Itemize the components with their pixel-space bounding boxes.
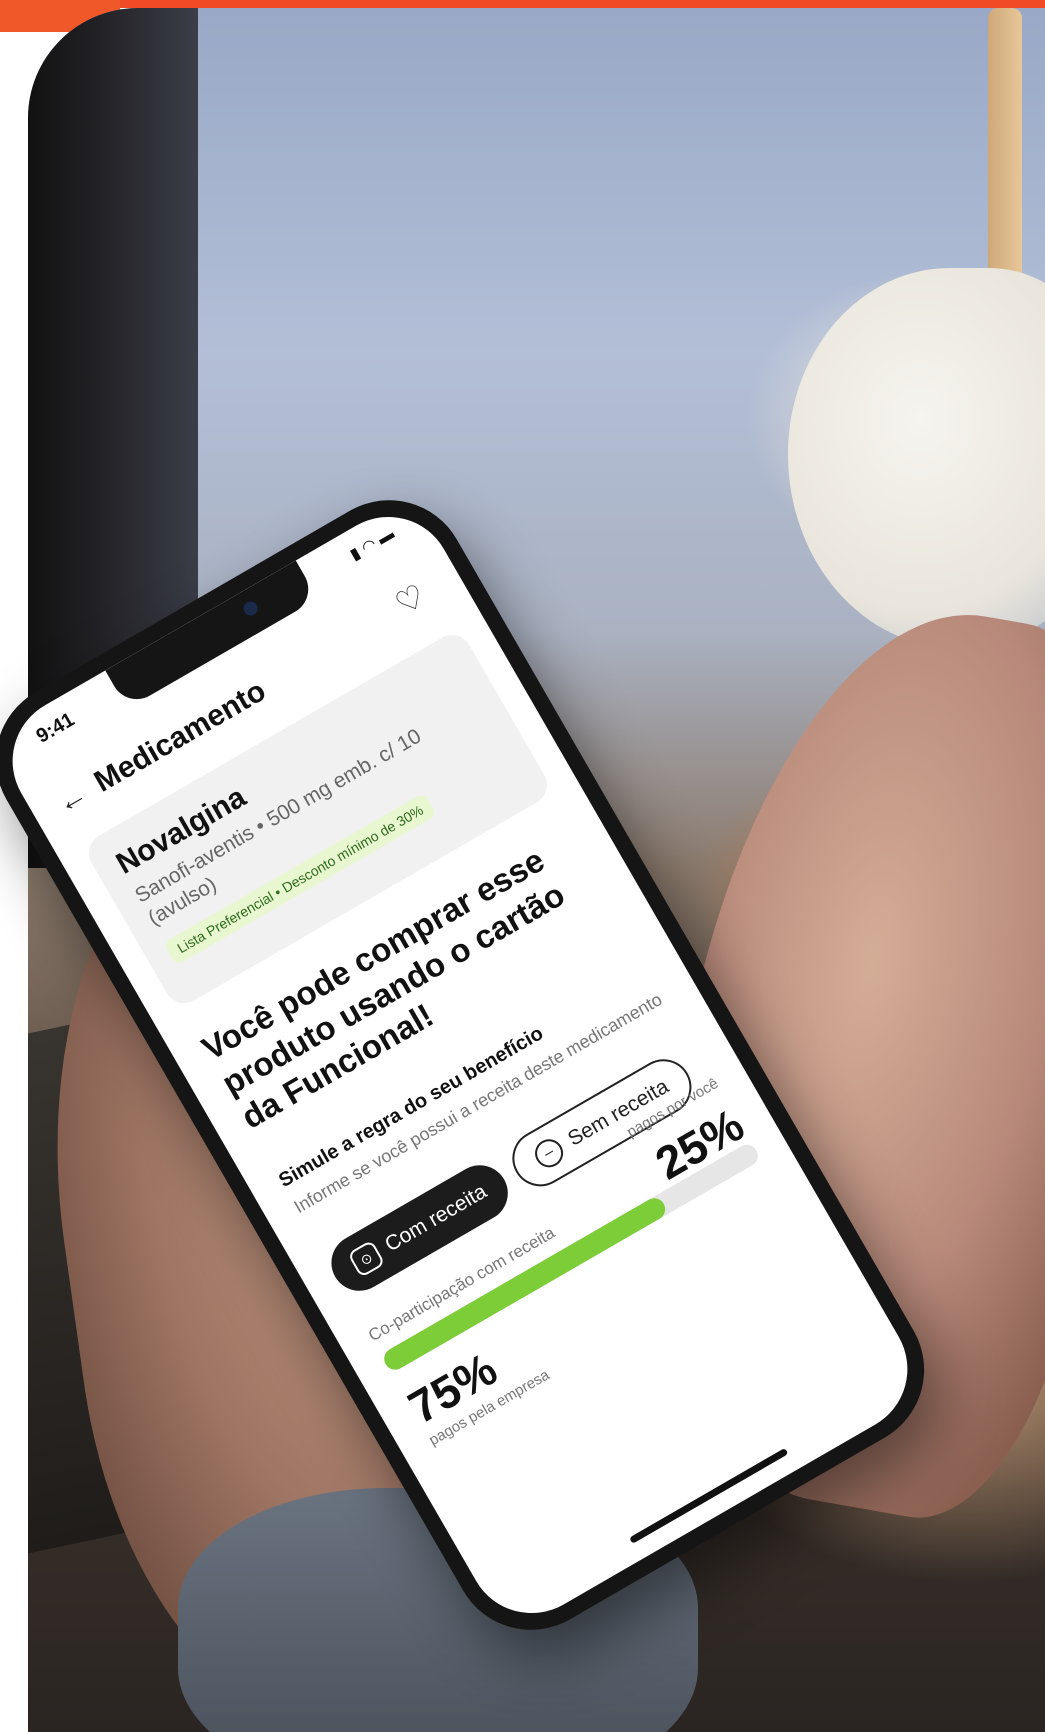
lamp-shape: [788, 268, 1045, 648]
status-icons: ▮ ◠ ▬: [346, 524, 397, 565]
heart-outline-icon[interactable]: ♡: [388, 576, 432, 623]
prescription-icon: ⊙: [347, 1239, 386, 1278]
with-prescription-label: Com receita: [381, 1179, 491, 1257]
copay-bar: [380, 1140, 762, 1374]
minus-circle-icon: –: [530, 1134, 569, 1173]
wifi-icon: ◠: [358, 535, 380, 558]
battery-icon: ▬: [374, 525, 398, 549]
status-time: 9:41: [32, 708, 79, 748]
arrow-left-icon[interactable]: ←: [51, 777, 94, 821]
top-accent-bar: [0, 0, 1045, 8]
camera-icon: [241, 598, 261, 619]
